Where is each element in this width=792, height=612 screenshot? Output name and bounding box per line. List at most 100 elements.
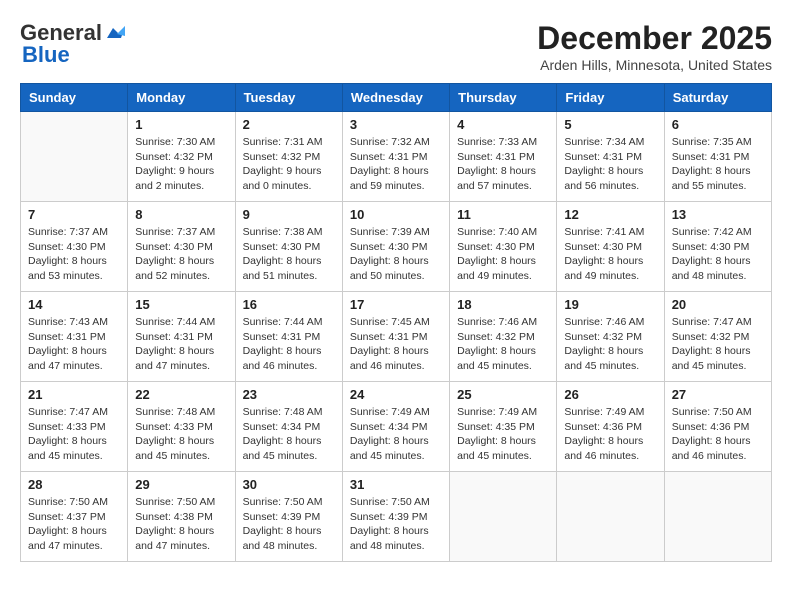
week-row-5: 28 Sunrise: 7:50 AMSunset: 4:37 PMDayligh… <box>21 472 772 562</box>
title-block: December 2025 Arden Hills, Minnesota, Un… <box>537 20 772 73</box>
day-number: 17 <box>350 297 442 312</box>
day-info: Sunrise: 7:48 AMSunset: 4:34 PMDaylight:… <box>243 405 335 464</box>
month-title: December 2025 <box>537 20 772 57</box>
day-info: Sunrise: 7:50 AMSunset: 4:39 PMDaylight:… <box>243 495 335 554</box>
day-info: Sunrise: 7:35 AMSunset: 4:31 PMDaylight:… <box>672 135 764 194</box>
location-text: Arden Hills, Minnesota, United States <box>537 57 772 73</box>
day-info: Sunrise: 7:50 AMSunset: 4:37 PMDaylight:… <box>28 495 120 554</box>
day-info: Sunrise: 7:41 AMSunset: 4:30 PMDaylight:… <box>564 225 656 284</box>
day-number: 23 <box>243 387 335 402</box>
day-number: 21 <box>28 387 120 402</box>
day-cell: 12 Sunrise: 7:41 AMSunset: 4:30 PMDayligh… <box>557 202 664 292</box>
day-info: Sunrise: 7:44 AMSunset: 4:31 PMDaylight:… <box>135 315 227 374</box>
day-number: 6 <box>672 117 764 132</box>
header-monday: Monday <box>128 84 235 112</box>
day-cell: 13 Sunrise: 7:42 AMSunset: 4:30 PMDayligh… <box>664 202 771 292</box>
logo-bird-icon <box>103 24 125 42</box>
day-cell: 24 Sunrise: 7:49 AMSunset: 4:34 PMDayligh… <box>342 382 449 472</box>
day-info: Sunrise: 7:50 AMSunset: 4:39 PMDaylight:… <box>350 495 442 554</box>
day-cell: 6 Sunrise: 7:35 AMSunset: 4:31 PMDaylight… <box>664 112 771 202</box>
week-row-3: 14Sunrise: 7:43 AMSunset: 4:31 PMDayligh… <box>21 292 772 382</box>
day-info: Sunrise: 7:47 AMSunset: 4:32 PMDaylight:… <box>672 315 764 374</box>
day-info: Sunrise: 7:34 AMSunset: 4:31 PMDaylight:… <box>564 135 656 194</box>
day-cell: 25Sunrise: 7:49 AMSunset: 4:35 PMDayligh… <box>450 382 557 472</box>
day-cell: 23 Sunrise: 7:48 AMSunset: 4:34 PMDayligh… <box>235 382 342 472</box>
day-number: 8 <box>135 207 227 222</box>
day-cell: 17 Sunrise: 7:45 AMSunset: 4:31 PMDayligh… <box>342 292 449 382</box>
header-thursday: Thursday <box>450 84 557 112</box>
day-cell: 1 Sunrise: 7:30 AMSunset: 4:32 PMDaylight… <box>128 112 235 202</box>
day-number: 26 <box>564 387 656 402</box>
day-number: 7 <box>28 207 120 222</box>
day-number: 1 <box>135 117 227 132</box>
day-info: Sunrise: 7:49 AMSunset: 4:34 PMDaylight:… <box>350 405 442 464</box>
day-cell: 11Sunrise: 7:40 AMSunset: 4:30 PMDayligh… <box>450 202 557 292</box>
day-info: Sunrise: 7:43 AMSunset: 4:31 PMDaylight:… <box>28 315 120 374</box>
day-cell: 26 Sunrise: 7:49 AMSunset: 4:36 PMDayligh… <box>557 382 664 472</box>
day-number: 24 <box>350 387 442 402</box>
day-info: Sunrise: 7:40 AMSunset: 4:30 PMDaylight:… <box>457 225 549 284</box>
day-cell: 15 Sunrise: 7:44 AMSunset: 4:31 PMDayligh… <box>128 292 235 382</box>
day-info: Sunrise: 7:37 AMSunset: 4:30 PMDaylight:… <box>28 225 120 284</box>
day-cell: 4Sunrise: 7:33 AMSunset: 4:31 PMDaylight… <box>450 112 557 202</box>
day-number: 28 <box>28 477 120 492</box>
day-cell: 22 Sunrise: 7:48 AMSunset: 4:33 PMDayligh… <box>128 382 235 472</box>
day-info: Sunrise: 7:42 AMSunset: 4:30 PMDaylight:… <box>672 225 764 284</box>
day-info: Sunrise: 7:50 AMSunset: 4:36 PMDaylight:… <box>672 405 764 464</box>
day-cell: 20 Sunrise: 7:47 AMSunset: 4:32 PMDayligh… <box>664 292 771 382</box>
day-cell: 21 Sunrise: 7:47 AMSunset: 4:33 PMDayligh… <box>21 382 128 472</box>
day-cell: 18Sunrise: 7:46 AMSunset: 4:32 PMDayligh… <box>450 292 557 382</box>
day-number: 12 <box>564 207 656 222</box>
day-number: 27 <box>672 387 764 402</box>
day-number: 20 <box>672 297 764 312</box>
day-cell: 31 Sunrise: 7:50 AMSunset: 4:39 PMDayligh… <box>342 472 449 562</box>
day-number: 16 <box>243 297 335 312</box>
day-info: Sunrise: 7:47 AMSunset: 4:33 PMDaylight:… <box>28 405 120 464</box>
day-number: 25 <box>457 387 549 402</box>
day-info: Sunrise: 7:31 AMSunset: 4:32 PMDaylight:… <box>243 135 335 194</box>
header-wednesday: Wednesday <box>342 84 449 112</box>
day-cell <box>21 112 128 202</box>
week-row-4: 21 Sunrise: 7:47 AMSunset: 4:33 PMDayligh… <box>21 382 772 472</box>
day-cell: 10Sunrise: 7:39 AMSunset: 4:30 PMDayligh… <box>342 202 449 292</box>
day-cell: 5 Sunrise: 7:34 AMSunset: 4:31 PMDaylight… <box>557 112 664 202</box>
day-number: 2 <box>243 117 335 132</box>
day-number: 5 <box>564 117 656 132</box>
day-cell: 14Sunrise: 7:43 AMSunset: 4:31 PMDayligh… <box>21 292 128 382</box>
logo-blue-text: Blue <box>22 42 70 68</box>
day-number: 3 <box>350 117 442 132</box>
day-info: Sunrise: 7:49 AMSunset: 4:36 PMDaylight:… <box>564 405 656 464</box>
day-info: Sunrise: 7:30 AMSunset: 4:32 PMDaylight:… <box>135 135 227 194</box>
day-cell: 19 Sunrise: 7:46 AMSunset: 4:32 PMDayligh… <box>557 292 664 382</box>
day-cell: 28 Sunrise: 7:50 AMSunset: 4:37 PMDayligh… <box>21 472 128 562</box>
day-cell: 7 Sunrise: 7:37 AMSunset: 4:30 PMDaylight… <box>21 202 128 292</box>
day-info: Sunrise: 7:48 AMSunset: 4:33 PMDaylight:… <box>135 405 227 464</box>
page-header: General Blue December 2025 Arden Hills, … <box>20 20 772 73</box>
day-cell: 29Sunrise: 7:50 AMSunset: 4:38 PMDayligh… <box>128 472 235 562</box>
day-cell <box>557 472 664 562</box>
header-tuesday: Tuesday <box>235 84 342 112</box>
header-sunday: Sunday <box>21 84 128 112</box>
day-cell <box>664 472 771 562</box>
week-row-1: 1 Sunrise: 7:30 AMSunset: 4:32 PMDaylight… <box>21 112 772 202</box>
day-info: Sunrise: 7:45 AMSunset: 4:31 PMDaylight:… <box>350 315 442 374</box>
day-cell: 16Sunrise: 7:44 AMSunset: 4:31 PMDayligh… <box>235 292 342 382</box>
day-number: 13 <box>672 207 764 222</box>
day-number: 31 <box>350 477 442 492</box>
logo: General Blue <box>20 20 126 68</box>
header-saturday: Saturday <box>664 84 771 112</box>
day-number: 19 <box>564 297 656 312</box>
day-info: Sunrise: 7:46 AMSunset: 4:32 PMDaylight:… <box>457 315 549 374</box>
day-number: 15 <box>135 297 227 312</box>
day-number: 29 <box>135 477 227 492</box>
day-number: 22 <box>135 387 227 402</box>
calendar-header-row: SundayMondayTuesdayWednesdayThursdayFrid… <box>21 84 772 112</box>
day-info: Sunrise: 7:33 AMSunset: 4:31 PMDaylight:… <box>457 135 549 194</box>
day-info: Sunrise: 7:37 AMSunset: 4:30 PMDaylight:… <box>135 225 227 284</box>
day-cell: 30Sunrise: 7:50 AMSunset: 4:39 PMDayligh… <box>235 472 342 562</box>
day-cell <box>450 472 557 562</box>
day-info: Sunrise: 7:39 AMSunset: 4:30 PMDaylight:… <box>350 225 442 284</box>
day-cell: 9Sunrise: 7:38 AMSunset: 4:30 PMDaylight… <box>235 202 342 292</box>
header-friday: Friday <box>557 84 664 112</box>
day-info: Sunrise: 7:46 AMSunset: 4:32 PMDaylight:… <box>564 315 656 374</box>
